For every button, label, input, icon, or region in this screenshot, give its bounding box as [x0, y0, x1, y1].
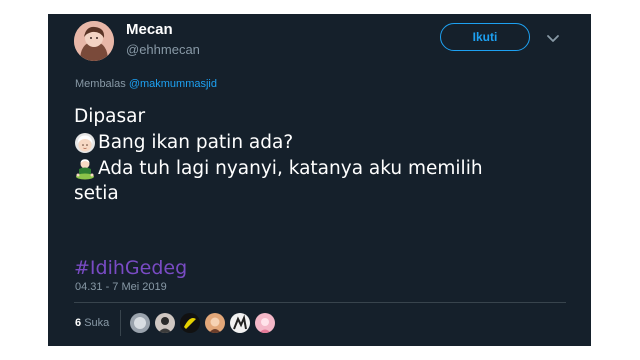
likers-avatars: [130, 313, 280, 333]
hashtag-link[interactable]: #IdihGedeg: [74, 257, 187, 279]
tweet-line: Bang ikan patin ada?: [74, 130, 574, 156]
tweet-timestamp[interactable]: 04.31 - 7 Mei 2019: [75, 281, 167, 293]
tweet-line-text: Ada tuh lagi nyanyi, katanya aku memilih: [98, 158, 483, 179]
tweet-card: Mecan @ehhmecan Ikuti Membalas @makmumma…: [48, 14, 591, 346]
tweet-line-text: setia: [74, 183, 119, 204]
liker-avatar[interactable]: [230, 313, 250, 333]
divider: [120, 310, 121, 336]
tweet-line: Ada tuh lagi nyanyi, katanya aku memilih: [74, 156, 574, 182]
likes-number: 6: [75, 317, 82, 329]
avatar[interactable]: [74, 21, 114, 61]
liker-avatar[interactable]: [255, 313, 275, 333]
old-woman-emoji-icon: [75, 133, 95, 153]
liker-avatar[interactable]: [130, 313, 150, 333]
liker-avatar[interactable]: [205, 313, 225, 333]
user-name[interactable]: Mecan: [126, 21, 173, 38]
tweet-line-text: Dipasar: [74, 106, 146, 127]
likes-count[interactable]: 6 Suka: [75, 317, 109, 329]
likes-label: Suka: [84, 317, 110, 329]
reply-context: Membalas @makmummasjid: [75, 78, 217, 90]
follow-button[interactable]: Ikuti: [440, 23, 530, 51]
tweet-line-text: Bang ikan patin ada?: [98, 132, 294, 153]
tweet-text: Dipasar Bang ikan patin ada? Ada tuh lag…: [74, 104, 574, 207]
tweet-line: Dipasar: [74, 104, 574, 130]
reply-mention-link[interactable]: @makmummasjid: [129, 78, 217, 90]
reply-prefix: Membalas: [75, 78, 126, 90]
divider: [74, 302, 566, 303]
liker-avatar[interactable]: [155, 313, 175, 333]
user-handle[interactable]: @ehhmecan: [126, 42, 200, 57]
chevron-down-icon[interactable]: [545, 30, 561, 46]
liker-avatar[interactable]: [180, 313, 200, 333]
man-in-lotus-position-emoji-icon: [76, 159, 94, 180]
tweet-line: setia: [74, 181, 574, 207]
